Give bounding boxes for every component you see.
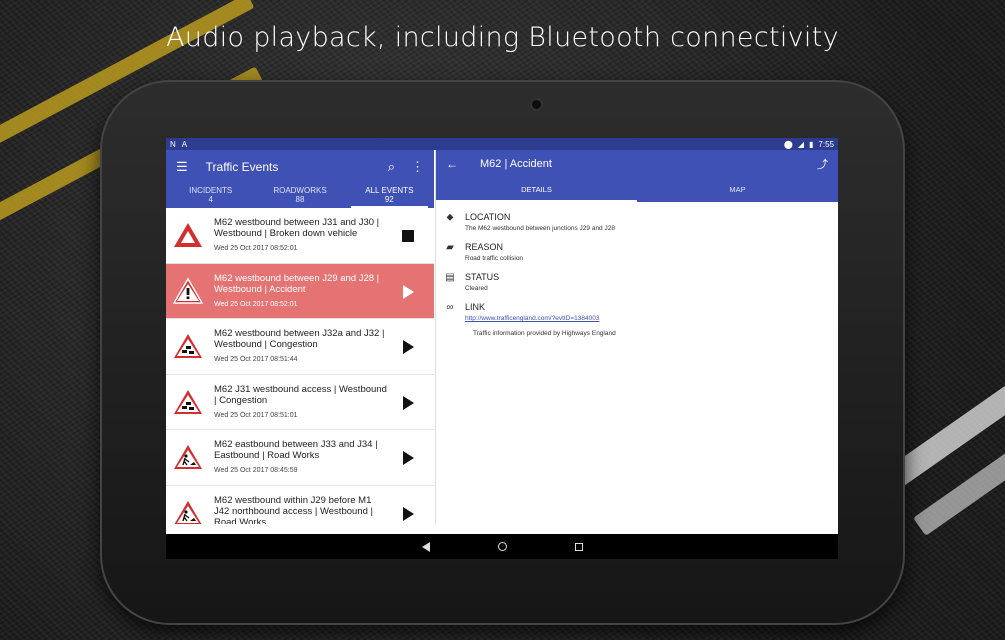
signal-icon: ◢	[797, 139, 805, 149]
location-pin-icon: ⬥	[446, 212, 454, 223]
play-button[interactable]	[400, 395, 416, 411]
chat-icon: ▰	[446, 242, 454, 253]
play-icon	[402, 284, 414, 299]
events-pane: ☰ Traffic Events ⌕ ⋮ INCIDENTS 4 ROADWOR…	[166, 150, 434, 541]
play-button[interactable]	[400, 506, 416, 522]
tab-details[interactable]: DETAILS	[436, 178, 637, 202]
message-icon: ▤	[445, 272, 455, 283]
page-title: Traffic Events	[205, 160, 279, 174]
roadworks-sign-icon	[174, 500, 202, 525]
back-arrow-icon[interactable]: ←	[446, 157, 458, 171]
details-pane: ← M62 | Accident ⤴ DETAILS MAP ⬥ LOCATIO…	[435, 150, 838, 524]
menu-icon[interactable]: ☰	[176, 159, 188, 175]
tab-roadworks[interactable]: ROADWORKS 88	[255, 184, 344, 208]
status-section: ▤ STATUS Cleared	[445, 272, 500, 292]
event-tabs: INCIDENTS 4 ROADWORKS 88 ALL EVENTS 92	[166, 184, 434, 208]
list-item[interactable]: M62 eastbound between J33 and J34 | East…	[166, 430, 434, 486]
list-item[interactable]: M62 westbound between J32a and J32 | Wes…	[166, 319, 434, 375]
congestion-sign-icon	[174, 389, 202, 414]
play-icon	[402, 395, 414, 410]
play-icon	[402, 340, 414, 354]
roadworks-sign-icon	[174, 445, 202, 469]
events-list: M62 westbound between J31 and J30 | West…	[166, 208, 434, 541]
detail-title: M62 | Accident	[480, 158, 552, 170]
details-content: ⬥ LOCATION The M62 westbound between jun…	[436, 202, 838, 337]
list-item[interactable]: M62 westbound between J29 and J28 | West…	[166, 263, 434, 319]
battery-icon: ▮	[809, 139, 814, 149]
play-button[interactable]	[400, 339, 416, 355]
tab-map[interactable]: MAP	[637, 178, 838, 202]
promo-headline: Audio playback, including Bluetooth conn…	[166, 22, 839, 53]
play-icon	[402, 451, 414, 465]
tab-incidents[interactable]: INCIDENTS 4	[166, 184, 255, 208]
app-screen: N A ⬤ ◢ ▮ 7:55 ☰ Traffic Events ⌕ ⋮ INCI…	[166, 138, 838, 559]
list-item[interactable]: M62 J31 westbound access | Westbound | C…	[166, 374, 434, 430]
more-vert-icon[interactable]: ⋮	[411, 159, 424, 175]
notification-icon: N	[170, 139, 176, 149]
bottom-spacer	[166, 524, 838, 534]
home-icon[interactable]	[497, 542, 507, 551]
stop-icon	[402, 230, 414, 242]
search-icon[interactable]: ⌕	[388, 159, 395, 175]
attribution-text: Traffic information provided by Highways…	[473, 330, 616, 337]
detail-tabs: DETAILS MAP	[436, 178, 838, 202]
warning-triangle-icon	[174, 223, 202, 247]
list-item[interactable]: M62 westbound between J31 and J30 | West…	[166, 208, 434, 264]
exclamation-sign-icon	[173, 277, 203, 304]
link-section: ∞ LINK http://www.trafficengland.com/?ev…	[444, 302, 838, 322]
event-link[interactable]: http://www.trafficengland.com/?evtID=138…	[465, 315, 838, 322]
camera-icon	[532, 100, 541, 109]
tab-all-events[interactable]: ALL EVENTS 92	[345, 184, 434, 208]
recents-icon[interactable]	[574, 542, 583, 551]
location-section: ⬥ LOCATION The M62 westbound between jun…	[444, 212, 838, 232]
location-icon: ⬤	[783, 139, 793, 149]
play-icon	[402, 506, 414, 521]
play-button[interactable]	[400, 284, 416, 300]
left-app-bar: ☰ Traffic Events ⌕ ⋮ INCIDENTS 4 ROADWOR…	[166, 150, 434, 208]
link-icon: ∞	[446, 302, 454, 313]
notification-icon: A	[181, 139, 188, 149]
play-button[interactable]	[400, 450, 416, 466]
reason-section: ▰ REASON Road traffic collision	[444, 242, 838, 262]
back-icon[interactable]	[421, 541, 430, 552]
nav-bar	[166, 534, 838, 559]
status-time: 7:55	[818, 139, 834, 149]
status-bar: N A ⬤ ◢ ▮ 7:55	[166, 138, 838, 150]
right-app-bar: ← M62 | Accident ⤴ DETAILS MAP	[436, 150, 838, 202]
stop-button[interactable]	[400, 228, 416, 244]
share-icon[interactable]: ⤴	[817, 156, 828, 172]
congestion-sign-icon	[174, 334, 202, 358]
